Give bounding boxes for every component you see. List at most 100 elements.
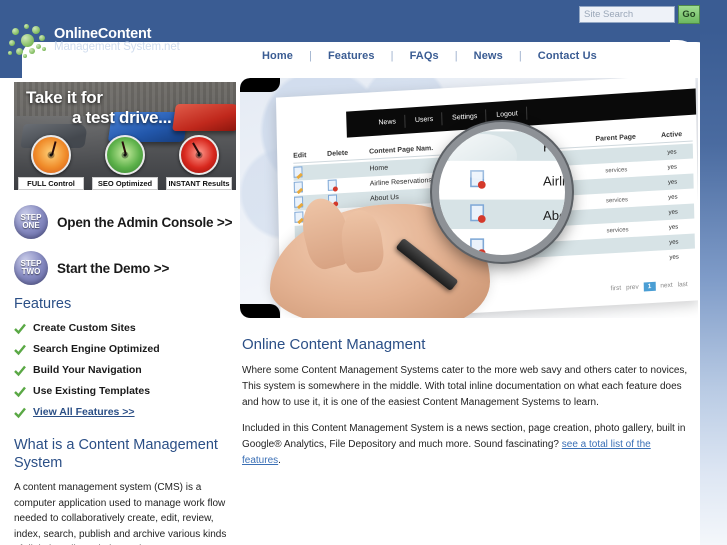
hero-row-active: yes [667, 178, 678, 186]
hero-row-active: yes [669, 238, 679, 246]
banner-car-red [172, 104, 236, 131]
feature-label: Create Custom Sites [33, 322, 136, 334]
hero-row-parent [583, 243, 653, 247]
nav-separator: | [518, 50, 522, 62]
hero-corner-top-left [240, 78, 280, 92]
hero-row-parent [581, 153, 651, 157]
gauge-dial-icon [105, 135, 145, 175]
step-start-the-demo[interactable]: STEP TWO Start the Demo >> [14, 250, 236, 286]
search-input[interactable] [579, 5, 675, 23]
page-root: OnlineContent Management System.net Go H… [0, 0, 727, 545]
logo-line-2: Management System.net [54, 40, 180, 53]
step-one-label: Open the Admin Console >> [57, 214, 233, 230]
gauge-full-control: FULL Control [18, 135, 84, 190]
nav-item-home[interactable]: Home [262, 50, 293, 62]
hero-corner-bottom-left [240, 304, 280, 318]
nav-item-news[interactable]: News [474, 50, 503, 62]
main-content: News Users Settings Logout Edit Delete C… [240, 78, 700, 479]
nav-separator: | [308, 50, 312, 62]
gauge-dial-icon [179, 135, 219, 175]
step-two-badge-icon: STEP TWO [14, 251, 48, 285]
search-go-button[interactable]: Go [678, 4, 700, 24]
gauge-instant-results: INSTANT Results [166, 135, 232, 190]
pager-prev: prev [626, 283, 639, 292]
main-navigation: Home | Features | FAQs | News | Contact … [262, 50, 597, 62]
hero-nav-news: News [370, 114, 406, 130]
test-drive-banner[interactable]: Take it for a test drive... FULL Control… [14, 82, 236, 190]
step-badge-bottom: TWO [21, 267, 41, 276]
check-icon [14, 343, 26, 356]
steps-list: STEP ONE Open the Admin Console >> STEP … [14, 204, 236, 286]
feature-item: Use Existing Templates [14, 385, 236, 398]
gauge-label: SEO Optimized [92, 177, 158, 190]
magnified-row: Airline Reservations [439, 166, 565, 195]
hero-image: News Users Settings Logout Edit Delete C… [240, 78, 698, 318]
features-list: Create Custom Sites Search Engine Optimi… [14, 322, 236, 419]
nav-item-faqs[interactable]: FAQs [410, 50, 439, 62]
magnifier-content: Edit Delete Content Page Nam. Home Airli… [439, 129, 565, 255]
hero-col-edit: Edit [293, 152, 307, 160]
banner-gauges: FULL Control SEO Optimized INSTANT Resul… [14, 132, 236, 190]
nav-separator: | [390, 50, 394, 62]
nav-separator: | [454, 50, 458, 62]
hero-row-active: yes [667, 148, 677, 156]
delete-icon [470, 170, 486, 189]
hero-row-active: yes [668, 208, 678, 216]
features-heading: Features [14, 296, 72, 312]
magnifying-glass-icon: Edit Delete Content Page Nam. Home Airli… [432, 122, 572, 262]
green-bubbles-logo-icon [8, 23, 48, 58]
feature-item: Search Engine Optimized [14, 343, 236, 356]
hero-row-active: yes [668, 193, 678, 201]
sidebar: Take it for a test drive... FULL Control… [14, 82, 236, 545]
logo-text: OnlineContent Management System.net [54, 26, 180, 54]
hero-nav-users: Users [406, 111, 443, 128]
feature-item: Create Custom Sites [14, 322, 236, 335]
delete-icon [327, 179, 337, 191]
banner-line-2: a test drive... [72, 108, 172, 127]
gauge-dial-icon [31, 135, 71, 175]
edit-icon [294, 196, 304, 208]
hero-col-delete: Delete [327, 149, 349, 158]
hero-nav-logout: Logout [488, 106, 527, 122]
hero-row-parent [582, 213, 652, 217]
step-badge-bottom: ONE [22, 221, 40, 230]
hero-row-parent: services [606, 226, 629, 234]
pager-first: first [610, 284, 622, 293]
features-paragraph-end: . [278, 455, 281, 466]
site-logo[interactable]: OnlineContent Management System.net [8, 22, 238, 58]
feature-item: Build Your Navigation [14, 364, 236, 377]
hero-row-active: yes [668, 223, 679, 231]
check-icon [14, 364, 26, 377]
view-all-features-link[interactable]: View All Features >> [33, 406, 135, 418]
gauge-seo-optimized: SEO Optimized [92, 135, 158, 190]
check-icon [14, 322, 26, 335]
features-paragraph: Included in this Content Management Syst… [242, 421, 688, 469]
hero-pagination: first prev 1 next last [611, 280, 688, 293]
hero-col-parent-page: Parent Page [595, 133, 636, 143]
gauge-label: FULL Control [18, 177, 84, 190]
nav-item-features[interactable]: Features [328, 50, 375, 62]
right-gradient-strip [700, 30, 727, 545]
feature-item-view-all[interactable]: View All Features >> [14, 406, 236, 419]
nav-item-contact-us[interactable]: Contact Us [538, 50, 597, 62]
delete-icon [470, 238, 486, 255]
step-two-label: Start the Demo >> [57, 260, 170, 276]
step-open-admin-console[interactable]: STEP ONE Open the Admin Console >> [14, 204, 236, 240]
feature-label: Search Engine Optimized [33, 343, 160, 355]
hero-nav-settings: Settings [443, 108, 487, 125]
hero-row-parent: services [605, 166, 628, 174]
hero-row-parent: services [605, 196, 629, 204]
intro-paragraph: Where some Content Management Systems ca… [242, 365, 688, 408]
page-title: Online Content Managment [242, 336, 426, 353]
feature-label: Use Existing Templates [33, 385, 151, 397]
what-is-cms-body: A content management system (CMS) is a c… [14, 482, 227, 545]
check-icon [14, 385, 26, 398]
magnified-row: Home [439, 131, 565, 161]
edit-icon [293, 181, 303, 193]
gauge-label: INSTANT Results [166, 177, 232, 190]
hero-row-parent [582, 183, 652, 187]
banner-line-1: Take it for [26, 88, 103, 107]
pager-next: next [660, 281, 673, 290]
hero-row-active: yes [667, 163, 677, 171]
pager-current-page: 1 [643, 281, 656, 292]
